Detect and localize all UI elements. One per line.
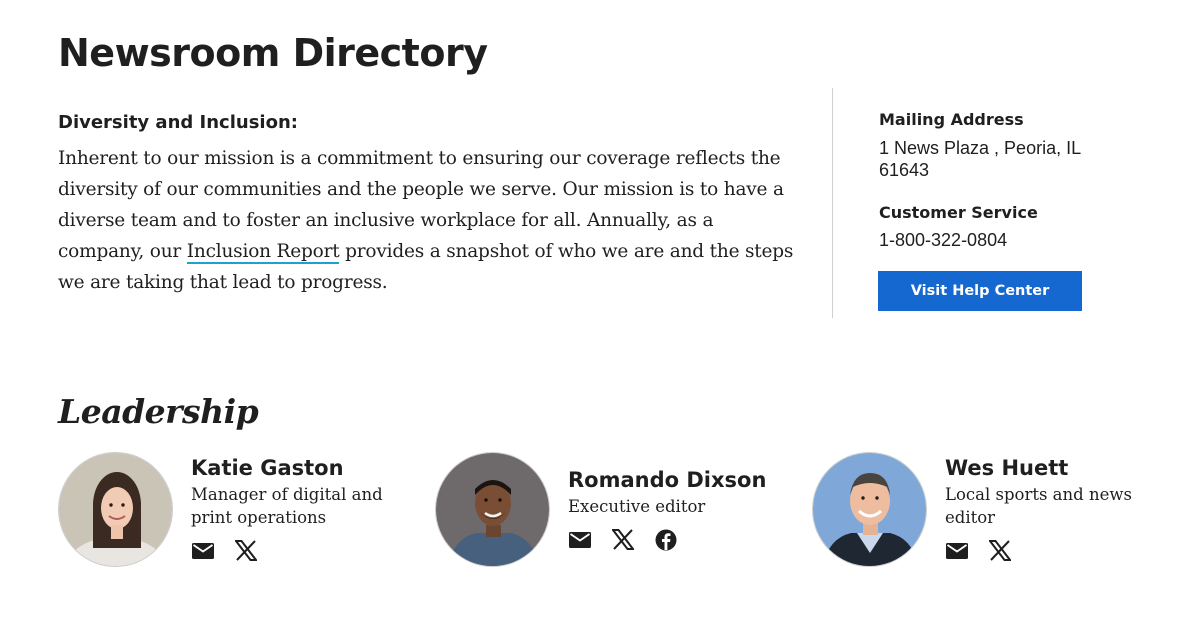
email-icon[interactable] bbox=[945, 539, 968, 562]
avatar bbox=[812, 452, 927, 567]
leader-name: Romando Dixson bbox=[568, 468, 767, 492]
leader-name: Katie Gaston bbox=[191, 456, 344, 480]
customer-service-label: Customer Service bbox=[879, 203, 1038, 222]
avatar bbox=[435, 452, 550, 567]
inclusion-report-link[interactable]: Inclusion Report bbox=[186, 241, 340, 264]
leader-card-katie-gaston: Katie Gaston Manager of digital and prin… bbox=[58, 452, 418, 572]
facebook-icon[interactable] bbox=[654, 528, 677, 551]
avatar bbox=[58, 452, 173, 567]
leadership-title: Leadership bbox=[58, 392, 259, 431]
email-icon[interactable] bbox=[191, 539, 214, 562]
leader-role: Local sports and news editor bbox=[945, 485, 1132, 527]
customer-service-phone: 1-800-322-0804 bbox=[879, 230, 1008, 250]
x-twitter-icon[interactable] bbox=[611, 528, 634, 551]
leader-role: Manager of digital and print operations bbox=[191, 485, 383, 527]
social-links bbox=[568, 528, 677, 551]
visit-help-center-button[interactable]: Visit Help Center bbox=[878, 271, 1082, 311]
email-icon[interactable] bbox=[568, 528, 591, 551]
mailing-address-value: 1 News Plaza , Peoria, IL 61643 bbox=[879, 138, 1081, 180]
social-links bbox=[945, 539, 1011, 562]
page-title: Newsroom Directory bbox=[58, 31, 488, 75]
diversity-heading: Diversity and Inclusion: bbox=[58, 112, 298, 133]
social-links bbox=[191, 539, 257, 562]
diversity-paragraph: Inherent to our mission is a commitment … bbox=[58, 143, 803, 298]
x-twitter-icon[interactable] bbox=[234, 539, 257, 562]
mailing-address-label: Mailing Address bbox=[879, 110, 1024, 129]
leader-card-romando-dixson: Romando Dixson Executive editor bbox=[435, 452, 795, 572]
leader-role: Executive editor bbox=[568, 497, 706, 516]
vertical-divider bbox=[832, 88, 833, 318]
leader-card-wes-huett: Wes Huett Local sports and news editor bbox=[812, 452, 1172, 572]
leader-name: Wes Huett bbox=[945, 456, 1069, 480]
x-twitter-icon[interactable] bbox=[988, 539, 1011, 562]
